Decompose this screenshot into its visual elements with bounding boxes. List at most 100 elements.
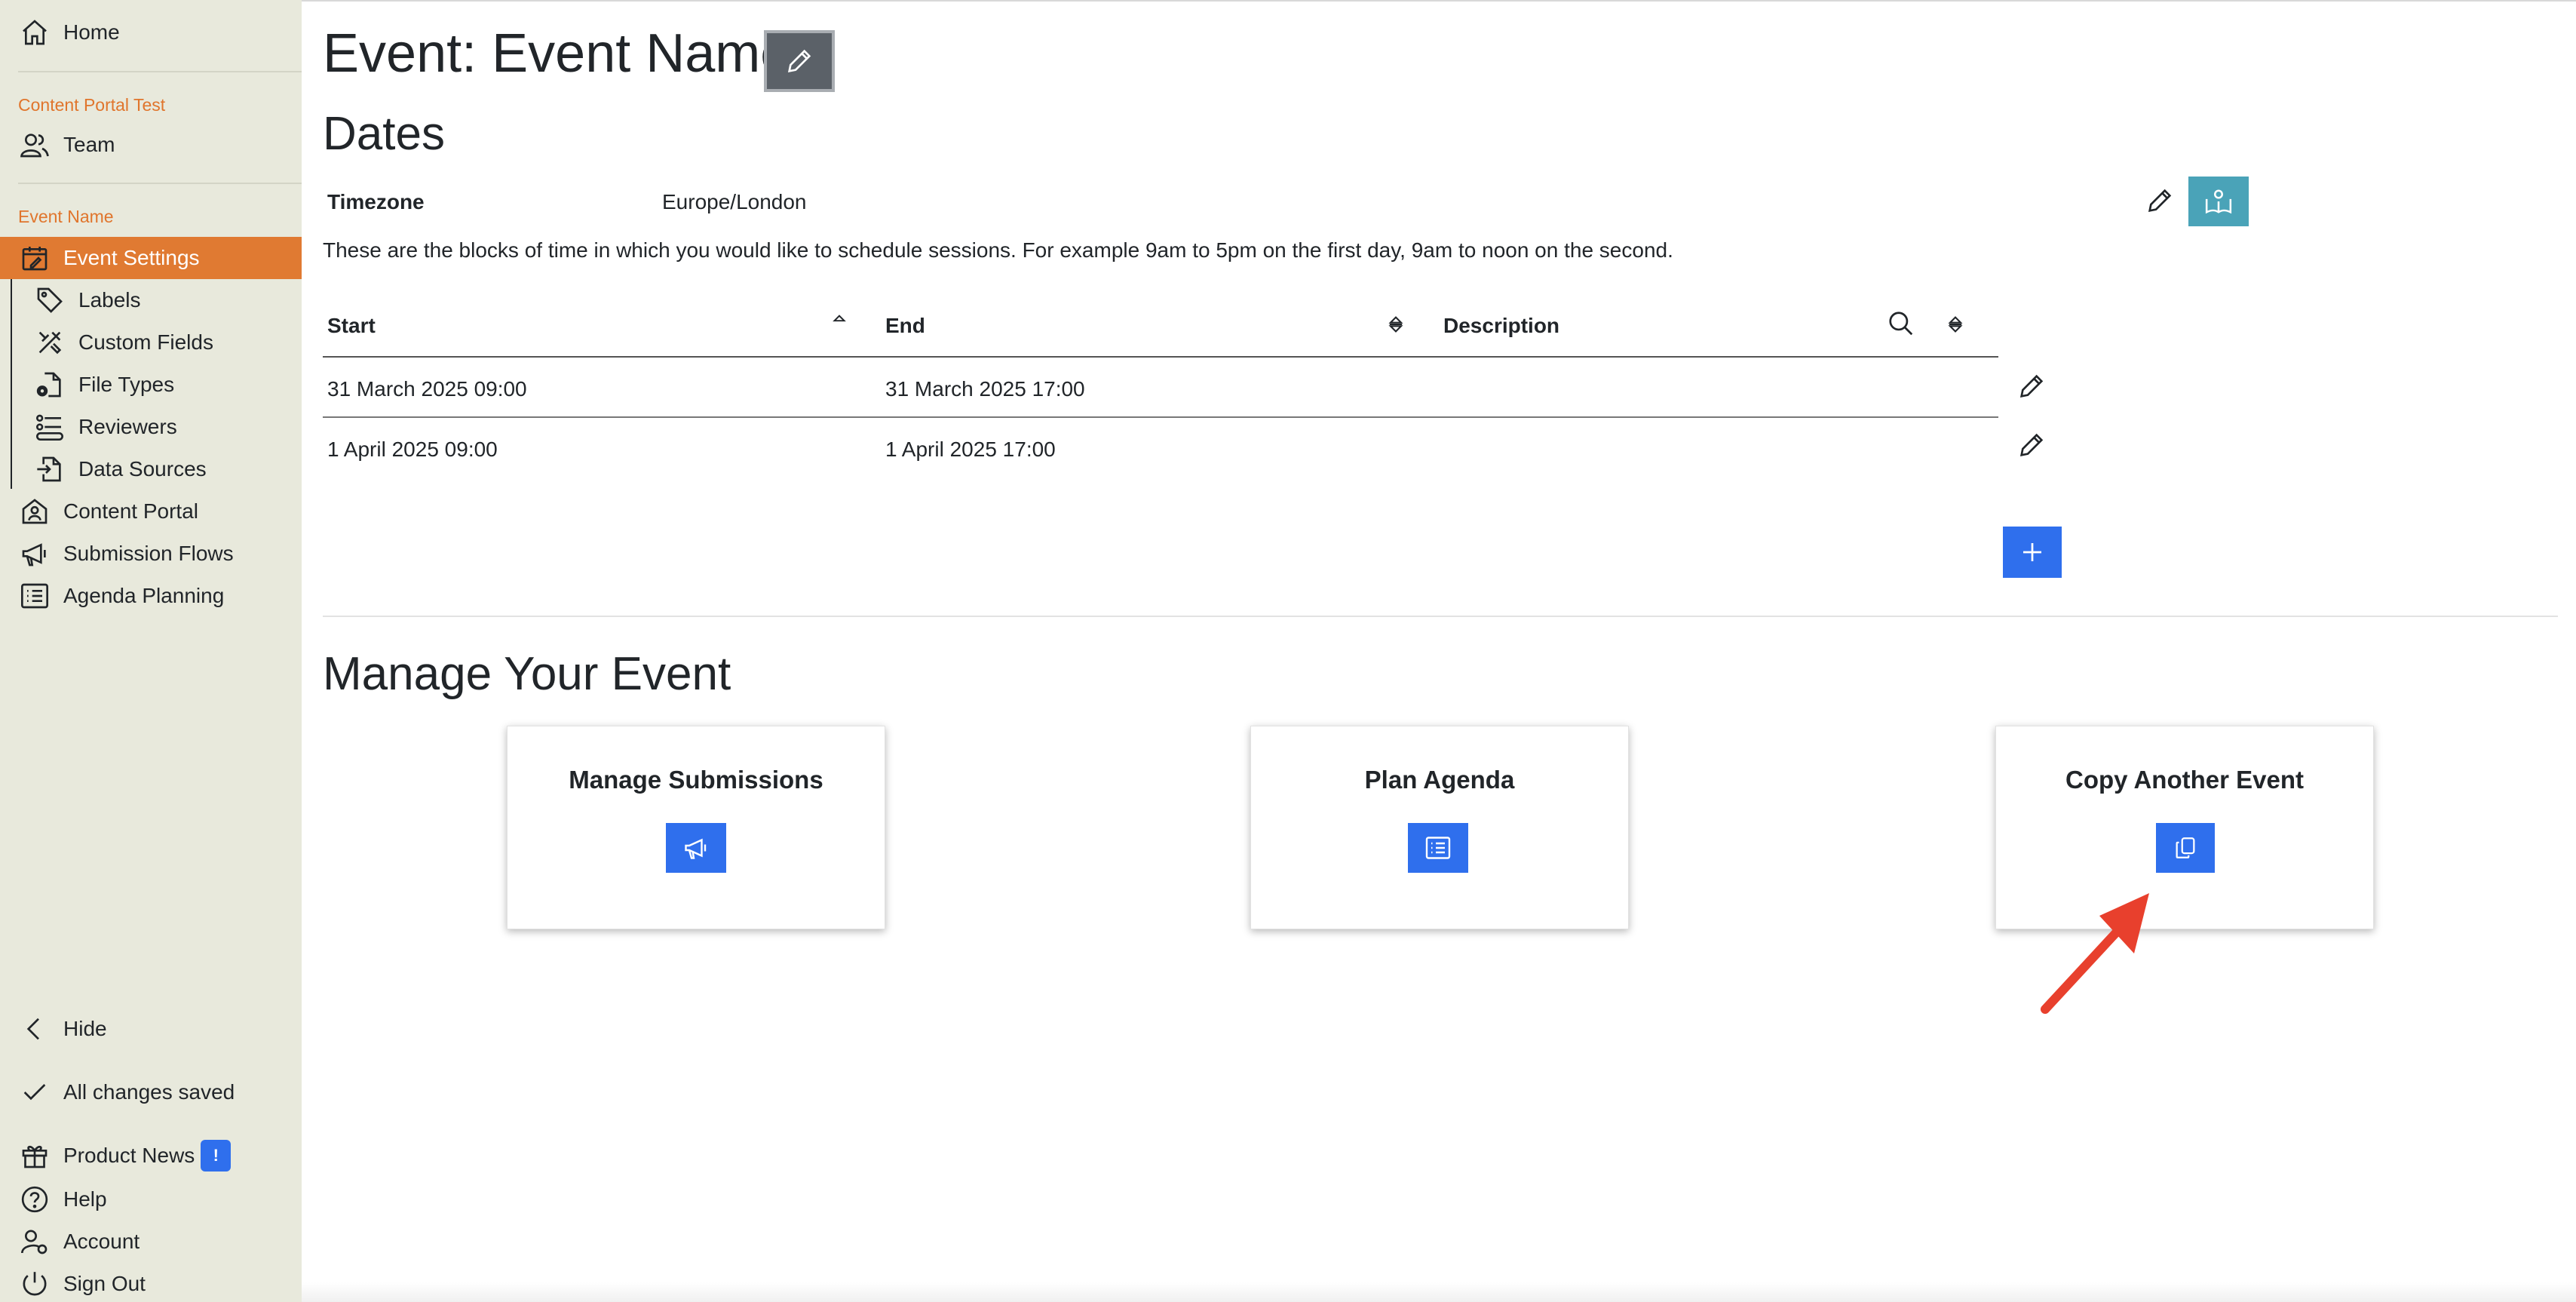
- card-plan-agenda: Plan Agenda: [1250, 726, 1629, 929]
- sidebar: Home Content Portal Test Team Event Name…: [0, 0, 302, 1302]
- pencil-icon: [2148, 189, 2172, 213]
- sidebar-item-label: Account: [63, 1230, 140, 1253]
- pencil-icon: [787, 49, 811, 73]
- sidebar-item-label: Labels: [78, 288, 141, 312]
- list-icon: [18, 579, 51, 613]
- sidebar-item-sign-out[interactable]: Sign Out: [18, 1264, 146, 1302]
- copy-event-button[interactable]: [2156, 823, 2215, 873]
- chevron-left-icon: [18, 1012, 51, 1046]
- card-title: Copy Another Event: [2065, 766, 2304, 794]
- top-border: [302, 0, 2576, 2]
- save-status: All changes saved: [18, 1073, 235, 1112]
- sort-icon: [1948, 316, 1963, 333]
- guide-button[interactable]: [2188, 177, 2249, 226]
- file-import-icon: [33, 453, 66, 486]
- news-badge: !: [201, 1140, 232, 1171]
- sidebar-item-event-settings[interactable]: Event Settings: [0, 237, 302, 279]
- sidebar-item-submission-flows[interactable]: Submission Flows: [18, 534, 234, 573]
- submenu-line: [11, 279, 12, 489]
- column-header-start[interactable]: Start: [327, 314, 376, 338]
- manage-heading: Manage Your Event: [323, 648, 731, 700]
- sidebar-item-label: Custom Fields: [78, 330, 213, 354]
- plan-agenda-button[interactable]: [1408, 823, 1468, 873]
- plus-icon: [2023, 543, 2041, 561]
- pencil-icon: [2019, 374, 2044, 398]
- sidebar-item-content-portal[interactable]: Content Portal: [18, 492, 198, 531]
- megaphone-icon: [18, 537, 51, 570]
- gift-icon: [18, 1139, 51, 1172]
- calendar-edit-icon: [18, 241, 51, 275]
- reviewers-icon: [33, 410, 66, 444]
- timezone-value: Europe/London: [662, 190, 807, 213]
- sidebar-divider: [18, 71, 302, 72]
- help-circle-icon: [18, 1183, 51, 1216]
- sidebar-item-team[interactable]: Team: [18, 125, 115, 164]
- edit-timezone-button[interactable]: [2142, 183, 2178, 219]
- users-icon: [18, 128, 51, 161]
- card-title: Manage Submissions: [569, 766, 823, 794]
- book-user-icon: [2205, 189, 2232, 214]
- user-gear-icon: [18, 1225, 51, 1258]
- sidebar-item-label: Team: [63, 133, 115, 156]
- sidebar-item-label: Event Settings: [63, 246, 200, 269]
- card-manage-submissions: Manage Submissions: [507, 726, 885, 929]
- bottom-shade: [302, 1282, 2576, 1302]
- pencil-icon: [2019, 433, 2044, 457]
- file-gear-icon: [33, 368, 66, 401]
- sidebar-item-label: Product News: [63, 1144, 195, 1167]
- sidebar-item-label: Content Portal: [63, 499, 198, 523]
- home-icon: [18, 16, 51, 49]
- sidebar-hide-toggle[interactable]: Hide: [18, 1009, 107, 1049]
- sidebar-item-file-types[interactable]: File Types: [33, 365, 174, 404]
- column-header-end[interactable]: End: [885, 314, 925, 338]
- add-date-button[interactable]: [2003, 527, 2062, 578]
- sort-description-button[interactable]: [1943, 309, 1968, 339]
- sidebar-item-label: File Types: [78, 373, 175, 396]
- sort-up-icon: [833, 315, 846, 322]
- sidebar-item-label: Sign Out: [63, 1272, 146, 1295]
- copy-icon: [2176, 837, 2195, 858]
- sidebar-item-account[interactable]: Account: [18, 1222, 140, 1261]
- edit-row-button[interactable]: [2013, 368, 2050, 404]
- sidebar-item-agenda-planning[interactable]: Agenda Planning: [18, 576, 224, 616]
- sidebar-divider: [18, 183, 302, 184]
- sidebar-item-help[interactable]: Help: [18, 1180, 107, 1219]
- sidebar-item-product-news[interactable]: Product News !: [18, 1136, 232, 1175]
- sidebar-item-custom-fields[interactable]: Custom Fields: [33, 323, 213, 362]
- manage-submissions-button[interactable]: [666, 823, 726, 873]
- event-section-label: Event Name: [18, 207, 114, 226]
- megaphone-icon: [685, 838, 707, 859]
- org-section-label: Content Portal Test: [18, 95, 166, 115]
- sidebar-item-label: Reviewers: [78, 415, 177, 438]
- tag-icon: [33, 284, 66, 317]
- edit-row-button[interactable]: [2013, 427, 2050, 463]
- cell-start: 31 March 2025 09:00: [327, 377, 527, 401]
- cell-end: 1 April 2025 17:00: [885, 438, 1056, 461]
- sidebar-item-label: Data Sources: [78, 457, 207, 481]
- dates-description: These are the blocks of time in which yo…: [323, 238, 1673, 262]
- check-icon: [18, 1076, 51, 1109]
- sidebar-item-reviewers[interactable]: Reviewers: [33, 407, 177, 447]
- sidebar-item-label: Submission Flows: [63, 542, 234, 565]
- sidebar-item-label: Help: [63, 1187, 107, 1211]
- dates-heading: Dates: [323, 108, 445, 160]
- section-divider: [323, 616, 2558, 617]
- column-header-description[interactable]: Description: [1443, 314, 1559, 338]
- sidebar-item-label: Agenda Planning: [63, 584, 225, 607]
- sort-end-button[interactable]: [1383, 309, 1409, 339]
- list-icon: [1425, 837, 1451, 859]
- sidebar-item-labels[interactable]: Labels: [33, 281, 141, 320]
- save-status-label: All changes saved: [63, 1080, 235, 1104]
- search-description-button[interactable]: [1885, 308, 1917, 339]
- card-title: Plan Agenda: [1364, 766, 1515, 794]
- cell-end: 31 March 2025 17:00: [885, 377, 1085, 401]
- portal-user-icon: [18, 495, 51, 528]
- sort-icon: [1388, 316, 1403, 333]
- power-icon: [18, 1267, 51, 1300]
- sidebar-item-data-sources[interactable]: Data Sources: [33, 450, 207, 489]
- table-row-divider: [323, 416, 1998, 418]
- sidebar-item-home[interactable]: Home: [18, 13, 120, 52]
- sidebar-item-label: Home: [63, 20, 120, 44]
- sort-start-button[interactable]: [826, 306, 852, 332]
- edit-title-button[interactable]: [764, 30, 835, 92]
